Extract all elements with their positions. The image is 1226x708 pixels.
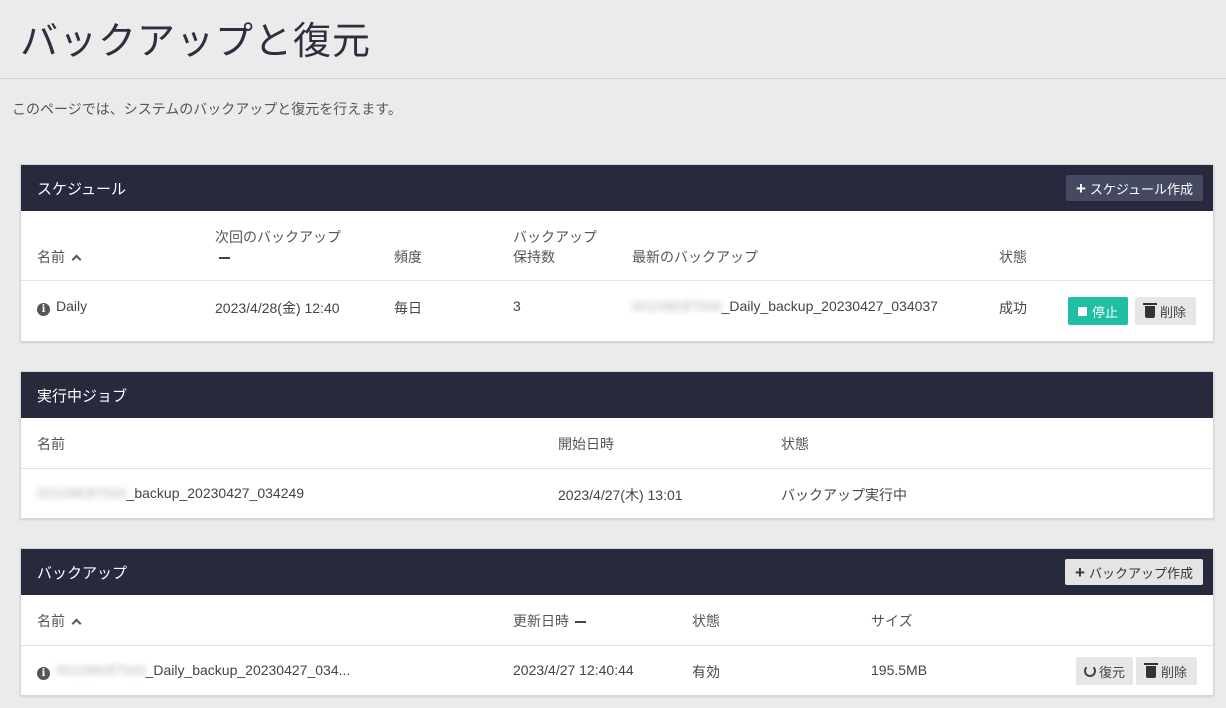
info-icon[interactable]: i [37,667,50,680]
plus-icon: + [1075,562,1085,582]
col-name-header[interactable]: 名前 [37,247,82,267]
delete-button[interactable]: 削除 [1136,657,1198,685]
info-icon[interactable]: i [37,303,50,316]
status-value: 成功 [999,300,1027,316]
stop-button[interactable]: 停止 [1068,297,1129,325]
col-next-backup-header[interactable]: 次回のバックアップ [215,227,341,267]
col-retention-label-2: 保持数 [513,249,555,265]
retention-value: 3 [513,298,521,314]
backup-name-suffix: _Daily_backup_20230427_034... [145,662,351,678]
stop-icon [1078,306,1087,316]
col-backup-status-header[interactable]: 状態 [692,611,720,631]
backups-table-header: 名前 更新日時 状態 サイズ [21,595,1213,646]
latest-backup-value: 0010983f7500_Daily_backup_20230427_03403… [632,298,938,314]
backup-status-value: 有効 [692,664,720,680]
plus-icon: + [1075,178,1086,198]
col-frequency-header[interactable]: 頻度 [394,247,422,267]
jobs-panel: 実行中ジョブ 名前 開始日時 状態 0010983f7500_backup_20… [20,371,1214,519]
job-name-suffix: _backup_20230427_034249 [126,485,305,501]
jobs-table-header: 名前 開始日時 状態 [21,418,1213,469]
col-next-backup-label: 次回のバックアップ [215,229,341,245]
backup-size-value: 195.5MB [871,662,928,678]
jobs-panel-header: 実行中ジョブ [21,372,1213,418]
backups-panel-title: バックアップ [37,564,128,582]
col-latest-backup-header[interactable]: 最新のバックアップ [632,247,758,267]
restore-icon [1084,665,1096,677]
next-backup-value: 2023/4/28(金) 12:40 [215,300,340,316]
schedule-name-cell[interactable]: i Daily [37,298,87,316]
restore-button[interactable]: 復元 [1076,657,1134,685]
col-status-header[interactable]: 状態 [999,247,1027,267]
col-updated-label: 更新日時 [513,613,569,629]
sort-none-icon [219,257,230,260]
backups-panel: バックアップ + バックアップ作成 名前 更新日時 状態 サイズ i 001098… [20,548,1214,696]
backups-panel-header: バックアップ + バックアップ作成 [21,549,1213,595]
create-backup-button[interactable]: + バックアップ作成 [1065,559,1203,585]
table-row: 0010983f7500_backup_20230427_034249 2023… [21,469,1213,519]
create-schedule-button[interactable]: + スケジュール作成 [1065,175,1203,201]
col-name-label: 名前 [37,249,65,265]
schedule-panel: スケジュール + スケジュール作成 名前 次回のバックアップ 頻度 バックアップ… [20,164,1214,342]
col-retention-header[interactable]: バックアップ 保持数 [513,227,597,267]
redacted-id: 0010983f7500 [37,485,127,501]
delete-label: 削除 [1161,664,1188,680]
table-row: i 0010983f7500_Daily_backup_20230427_034.… [21,646,1213,696]
latest-backup-suffix: _Daily_backup_20230427_034037 [721,298,938,314]
col-job-name-header: 名前 [37,436,65,452]
page-title: バックアップと復元 [20,19,372,63]
frequency-value: 毎日 [394,300,422,316]
redacted-id: 0010983f7500 [632,298,722,314]
redacted-id: 0010983f7500 [56,662,146,678]
delete-button[interactable]: 削除 [1135,297,1197,325]
create-schedule-label: スケジュール作成 [1089,181,1193,197]
title-divider [0,78,1226,79]
backup-name-cell[interactable]: i 0010983f7500_Daily_backup_20230427_034.… [37,662,350,680]
schedule-panel-header: スケジュール + スケジュール作成 [21,165,1213,211]
trash-icon [1143,303,1157,318]
col-retention-label-1: バックアップ [513,229,597,245]
col-backup-name-label: 名前 [37,613,65,629]
jobs-panel-title: 実行中ジョブ [37,387,128,405]
sort-asc-icon [71,254,82,265]
backup-updated-value: 2023/4/27 12:40:44 [513,662,634,678]
delete-label: 削除 [1160,304,1187,320]
sort-none-icon [575,621,586,624]
schedule-name: Daily [56,298,88,314]
job-status-value: バックアップ実行中 [781,487,907,503]
col-job-start-header: 開始日時 [558,436,614,452]
stop-label: 停止 [1092,304,1119,320]
col-backup-name-header[interactable]: 名前 [37,611,82,631]
job-start-value: 2023/4/27(木) 13:01 [558,487,683,503]
create-backup-label: バックアップ作成 [1088,565,1193,581]
col-updated-header[interactable]: 更新日時 [513,611,586,631]
col-size-header[interactable]: サイズ [871,611,913,631]
schedule-table-header: 名前 次回のバックアップ 頻度 バックアップ 保持数 最新のバックアップ 状態 [21,211,1213,281]
restore-label: 復元 [1099,664,1126,680]
schedule-panel-title: スケジュール [37,180,126,198]
job-name-value: 0010983f7500_backup_20230427_034249 [37,485,304,501]
trash-icon [1144,663,1158,678]
col-job-status-header: 状態 [781,436,809,452]
sort-asc-icon [71,618,82,629]
table-row: i Daily 2023/4/28(金) 12:40 毎日 3 0010983f7… [21,281,1213,341]
page-description: このページでは、システムのバックアップと復元を行えます。 [12,101,402,117]
